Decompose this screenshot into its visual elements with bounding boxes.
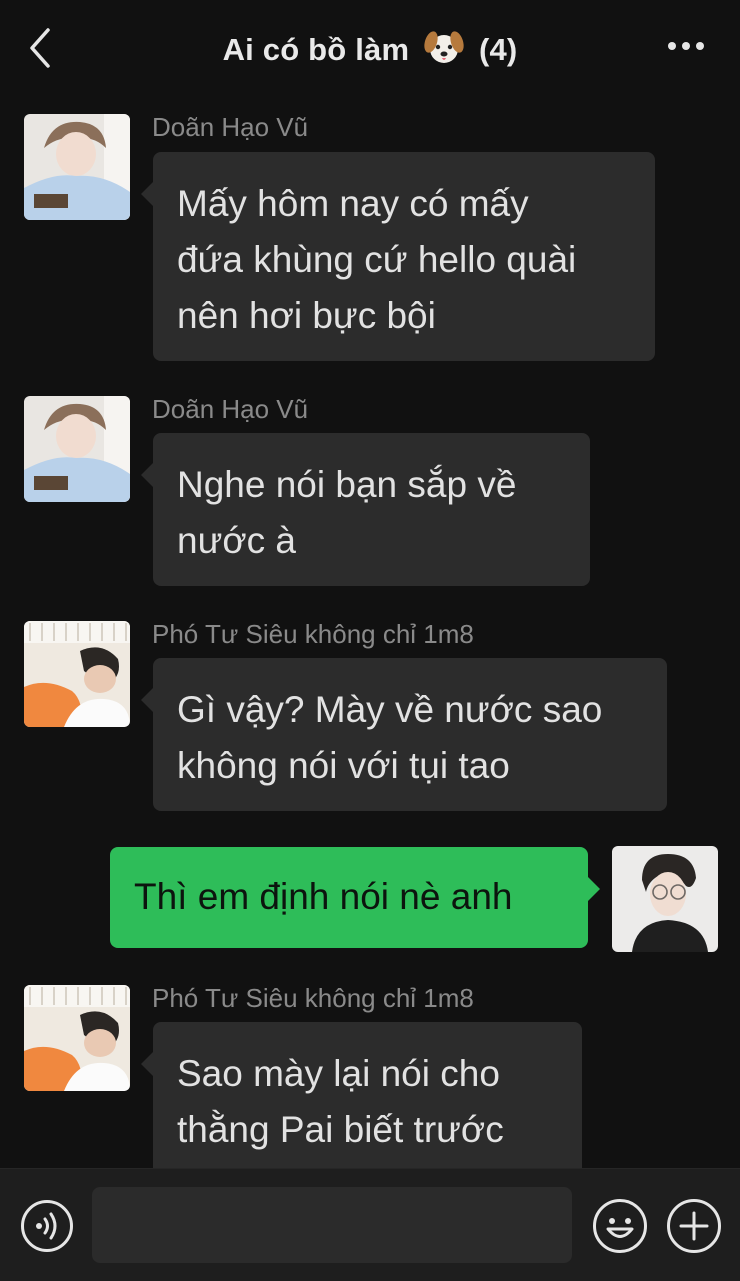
member-count: (4) xyxy=(478,32,518,67)
message-text-line: nên hơi bực bội xyxy=(177,295,436,336)
sender-name: Phó Tư Siêu không chỉ 1m8 xyxy=(152,619,474,649)
avatar[interactable] xyxy=(24,114,130,220)
message-text-line: Mấy hôm nay có mấy xyxy=(177,183,529,224)
message-bubble[interactable]: Sao mày lại nói cho thằng Pai biết trước xyxy=(141,1022,582,1168)
sender-name: Doãn Hạo Vũ xyxy=(152,112,309,142)
message-text-line: đứa khùng cứ hello quài xyxy=(177,239,577,280)
sender-name: Doãn Hạo Vũ xyxy=(152,394,309,424)
dog-face-icon xyxy=(424,31,464,63)
more-options-icon[interactable] xyxy=(666,38,706,54)
message-bubble[interactable]: Thì em định nói nè anh xyxy=(110,847,600,948)
message-text-line: Gì vậy? Mày về nước sao xyxy=(177,689,603,730)
message-text-line: không nói với tụi tao xyxy=(177,745,510,786)
chat-title-text: Ai có bồ làm xyxy=(222,32,410,67)
plus-icon[interactable] xyxy=(666,1198,722,1254)
emoji-icon[interactable] xyxy=(592,1198,648,1254)
message-text-line: Sao mày lại nói cho xyxy=(177,1053,500,1094)
message-input[interactable] xyxy=(92,1187,572,1263)
avatar[interactable] xyxy=(24,396,130,502)
message-text-line: nước à xyxy=(177,520,296,561)
chat-header: Ai có bồ làm (4) xyxy=(0,0,740,96)
message-bubble[interactable]: Gì vậy? Mày về nước sao không nói với tụ… xyxy=(141,658,667,811)
chat-title[interactable]: Ai có bồ làm (4) xyxy=(0,28,740,68)
message-text-line: Thì em định nói nè anh xyxy=(134,876,513,917)
message-text-line: Nghe nói bạn sắp về xyxy=(177,464,517,505)
avatar[interactable] xyxy=(24,621,130,727)
sender-name: Phó Tư Siêu không chỉ 1m8 xyxy=(152,983,474,1013)
avatar[interactable] xyxy=(24,985,130,1091)
message-bubble[interactable]: Mấy hôm nay có mấy đứa khùng cứ hello qu… xyxy=(141,152,655,361)
message-bubble[interactable]: Nghe nói bạn sắp về nước à xyxy=(141,433,590,586)
avatar[interactable] xyxy=(612,846,718,952)
voice-icon[interactable] xyxy=(20,1199,74,1253)
input-bar xyxy=(0,1168,740,1281)
message-text-line: thằng Pai biết trước xyxy=(177,1109,504,1150)
